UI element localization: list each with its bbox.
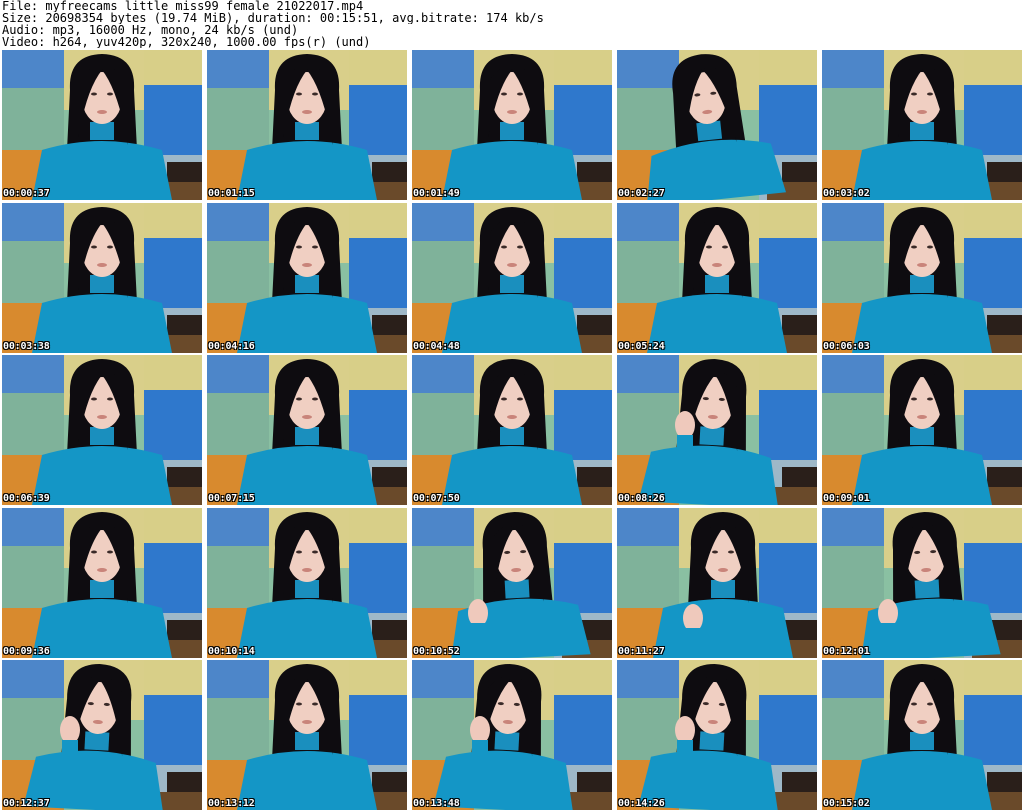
frame-image xyxy=(617,507,817,658)
frame-image xyxy=(207,50,407,200)
frame-image xyxy=(617,50,817,200)
video-thumbnail: 00:09:01 xyxy=(822,355,1022,505)
video-thumbnail: 00:01:49 xyxy=(412,50,612,200)
file-name-line: File: myfreecams_little_miss99_female_21… xyxy=(2,0,364,12)
frame-timestamp: 00:04:48 xyxy=(413,340,460,352)
frame-timestamp: 00:02:27 xyxy=(618,188,665,199)
frame-image xyxy=(617,355,817,505)
video-thumbnail: 00:12:01 xyxy=(822,507,1022,658)
video-thumbnail: 00:13:48 xyxy=(412,660,612,810)
video-thumbnail: 00:09:36 xyxy=(2,507,202,658)
video-thumbnail: 00:04:48 xyxy=(412,202,612,353)
frame-timestamp: 00:15:02 xyxy=(823,798,870,809)
frame-timestamp: 00:00:37 xyxy=(3,188,50,199)
frame-image xyxy=(822,355,1022,505)
frame-image xyxy=(207,660,407,810)
frame-image xyxy=(412,660,612,810)
frame-timestamp: 00:03:38 xyxy=(3,340,50,352)
frame-timestamp: 00:09:36 xyxy=(3,645,50,657)
frame-timestamp: 00:08:26 xyxy=(618,493,665,504)
frame-image xyxy=(617,202,817,353)
file-info-header: File: myfreecams_little_miss99_female_21… xyxy=(2,0,1022,48)
video-thumbnail: 00:03:38 xyxy=(2,202,202,353)
frame-timestamp: 00:13:48 xyxy=(413,798,460,809)
frame-timestamp: 00:12:37 xyxy=(3,798,50,809)
video-thumbnail: 00:12:37 xyxy=(2,660,202,810)
video-thumbnail: 00:06:39 xyxy=(2,355,202,505)
frame-image xyxy=(617,660,817,810)
video-thumbnail: 00:07:50 xyxy=(412,355,612,505)
thumbnail-grid: 00:00:37 00:01:15 00:01:49 00:02:27 00:03:02… xyxy=(2,50,1022,810)
frame-image xyxy=(822,660,1022,810)
frame-timestamp: 00:12:01 xyxy=(823,645,870,657)
frame-image xyxy=(2,660,202,810)
frame-timestamp: 00:07:50 xyxy=(413,493,460,504)
video-thumbnail: 00:00:37 xyxy=(2,50,202,200)
frame-image xyxy=(822,50,1022,200)
video-thumbnail: 00:06:03 xyxy=(822,202,1022,353)
frame-image xyxy=(207,202,407,353)
frame-timestamp: 00:13:12 xyxy=(208,798,255,809)
frame-timestamp: 00:03:02 xyxy=(823,188,870,199)
frame-timestamp: 00:01:49 xyxy=(413,188,460,199)
frame-timestamp: 00:04:16 xyxy=(208,340,255,352)
frame-image xyxy=(412,202,612,353)
frame-timestamp: 00:06:39 xyxy=(3,493,50,504)
frame-image xyxy=(2,507,202,658)
frame-timestamp: 00:10:52 xyxy=(413,645,460,657)
frame-timestamp: 00:01:15 xyxy=(208,188,255,199)
frame-image xyxy=(2,202,202,353)
video-thumbnail: 00:15:02 xyxy=(822,660,1022,810)
video-info-line: Video: h264, yuv420p, 320x240, 1000.00 f… xyxy=(2,36,371,48)
frame-image xyxy=(822,202,1022,353)
video-thumbnail: 00:01:15 xyxy=(207,50,407,200)
frame-image xyxy=(412,50,612,200)
video-thumbnail: 00:02:27 xyxy=(617,50,817,200)
video-thumbnail: 00:14:26 xyxy=(617,660,817,810)
video-thumbnail: 00:10:52 xyxy=(412,507,612,658)
frame-image xyxy=(207,355,407,505)
video-thumbnail: 00:07:15 xyxy=(207,355,407,505)
video-thumbnail: 00:08:26 xyxy=(617,355,817,505)
video-thumbnail: 00:10:14 xyxy=(207,507,407,658)
frame-timestamp: 00:10:14 xyxy=(208,645,255,657)
video-thumbnail: 00:05:24 xyxy=(617,202,817,353)
file-size-line: Size: 20698354 bytes (19.74 MiB), durati… xyxy=(2,12,544,24)
frame-image xyxy=(412,507,612,658)
video-thumbnail: 00:13:12 xyxy=(207,660,407,810)
audio-info-line: Audio: mp3, 16000 Hz, mono, 24 kb/s (und… xyxy=(2,24,299,36)
frame-image xyxy=(207,507,407,658)
frame-image xyxy=(412,355,612,505)
frame-image xyxy=(822,507,1022,658)
frame-timestamp: 00:05:24 xyxy=(618,340,665,352)
video-thumbnail: 00:04:16 xyxy=(207,202,407,353)
video-thumbnail: 00:11:27 xyxy=(617,507,817,658)
frame-timestamp: 00:09:01 xyxy=(823,493,870,504)
video-thumbnail: 00:03:02 xyxy=(822,50,1022,200)
frame-image xyxy=(2,50,202,200)
frame-timestamp: 00:14:26 xyxy=(618,798,665,809)
frame-timestamp: 00:06:03 xyxy=(823,340,870,352)
frame-image xyxy=(2,355,202,505)
frame-timestamp: 00:07:15 xyxy=(208,493,255,504)
frame-timestamp: 00:11:27 xyxy=(618,645,665,657)
